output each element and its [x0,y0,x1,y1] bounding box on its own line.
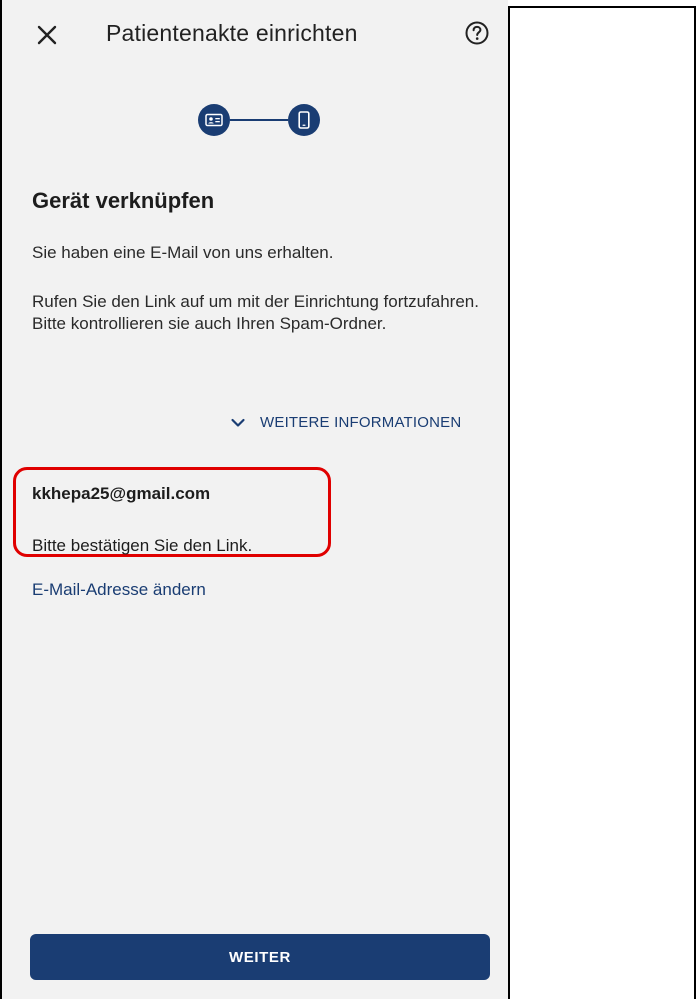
step-1-indicator [198,104,230,136]
stepper-connector [230,119,288,121]
confirm-link-text: Bitte bestätigen Sie den Link. [32,536,253,555]
page-title: Patientenakte einrichten [106,20,358,46]
instructions-text: Rufen Sie den Link auf um mit der Einric… [32,292,479,333]
change-email-link[interactable]: E-Mail-Adresse ändern [32,580,206,600]
section-heading: Gerät verknüpfen [32,188,215,213]
more-info-toggle[interactable]: WEITERE INFORMATIONEN [230,414,461,431]
continue-button[interactable]: WEITER [30,934,490,980]
help-circle-icon [465,21,489,45]
close-button[interactable] [32,20,62,50]
email-address: kkhepa25@gmail.com [32,484,211,503]
app-bar: Patientenakte einrichten [2,0,508,70]
id-card-icon [205,113,223,127]
phone-screen: Patientenakte einrichten Gerät verknüpfe… [2,0,508,999]
progress-stepper [198,104,328,136]
more-info-label: WEITERE INFORMATIONEN [260,414,462,431]
frame-top-border [508,6,696,8]
chevron-down-icon [231,418,245,427]
close-icon [37,25,57,45]
smartphone-icon [298,111,310,129]
help-button[interactable] [464,20,492,48]
frame-divider [508,6,510,999]
email-sent-text: Sie haben eine E-Mail von uns erhalten. [32,243,334,262]
step-2-indicator [288,104,320,136]
